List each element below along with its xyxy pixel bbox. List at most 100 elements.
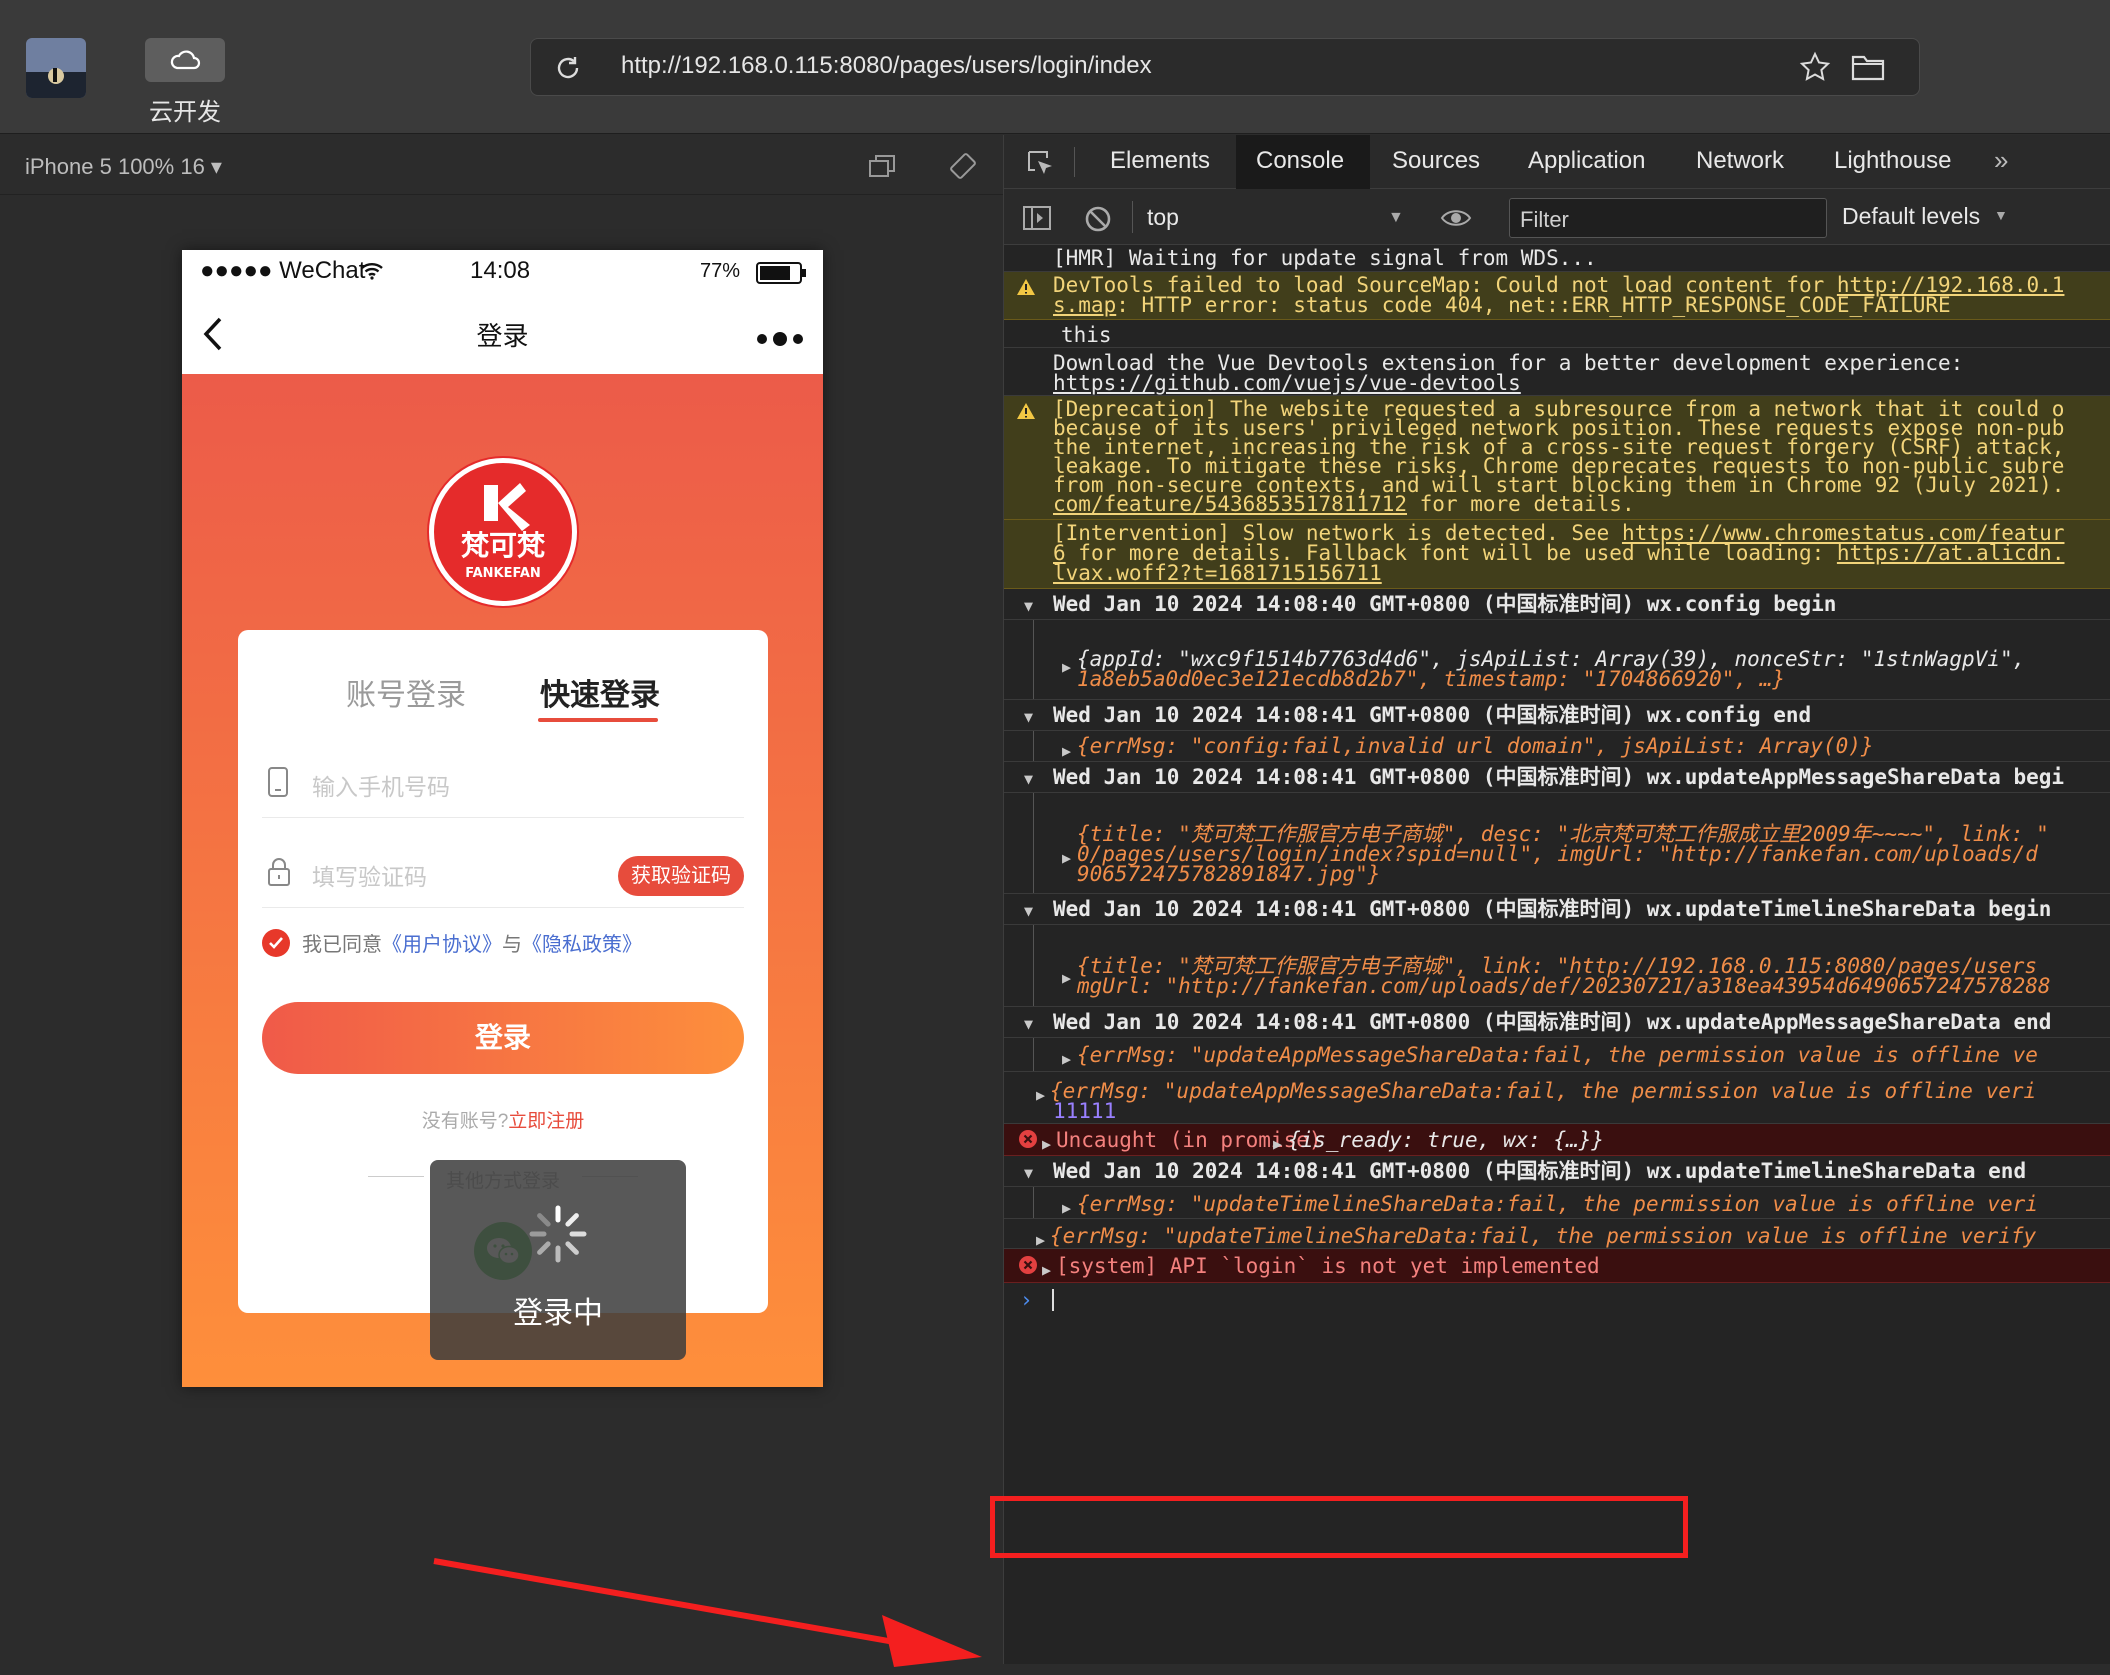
console-object-row[interactable]: ▶ {errMsg: "updateTimelineShareData:fail… [1004,1219,2110,1249]
tab-account-login[interactable]: 账号登录 [346,670,466,714]
group-title: Wed Jan 10 2024 14:08:41 GMT+0800 (中国标准时… [1053,765,2065,789]
user-agreement-link[interactable]: 《用户协议》 [382,928,502,957]
console-object-row[interactable]: ▶ {errMsg: "updateTimelineShareData:fail… [1004,1187,2110,1219]
console-warning-row: DevTools failed to load SourceMap: Could… [1004,272,2110,320]
console-object-row[interactable]: ▶ {appId: "wxc9f1514b7763d4d6", jsApiLis… [1004,620,2110,700]
expand-triangle-icon[interactable]: ▶ [1273,1131,1282,1155]
login-page: 梵可梵 FANKEFAN 账号登录 快速登录 输入手机号码 填写验证码 获取验证… [182,374,823,1387]
phone-input[interactable]: 输入手机号码 [262,748,744,818]
console-group-header[interactable]: ▼ Wed Jan 10 2024 14:08:41 GMT+0800 (中国标准… [1004,700,2110,731]
expanded-triangle-icon[interactable]: ▼ [1024,1011,1033,1037]
console-error-row[interactable]: ▶ [system] API `login` is not yet implem… [1004,1249,2110,1283]
device-selector[interactable]: iPhone 5 100% 16 ▾ [25,154,222,180]
console-object-row[interactable]: ▶ {title: "梵可梵工作服官方电子商城", link: "http://… [1004,925,2110,1007]
expanded-triangle-icon[interactable]: ▼ [1024,1160,1033,1186]
expand-triangle-icon[interactable]: ▶ [1042,1257,1051,1282]
object-preview: {errMsg: "updateAppMessageShareData:fail… [1050,1079,2037,1103]
toast-text: 登录中 [513,1297,603,1330]
font-link[interactable]: https://at.alicdn. [1837,541,2065,565]
logo-text: 梵可梵 [461,529,546,562]
console-group-header[interactable]: ▼ Wed Jan 10 2024 14:08:40 GMT+0800 (中国标准… [1004,589,2110,620]
object-preview: {errMsg: "config:fail,invalid url domain… [1077,734,1874,758]
agree-checkbox[interactable] [262,928,290,957]
expanded-triangle-icon[interactable]: ▼ [1024,898,1033,924]
cloud-dev-button[interactable] [145,38,225,82]
phone-screen: ●●●●● WeChat 14:08 77% 登录 梵可梵 FANKEFAN 账… [182,250,823,1387]
more-menu-icon[interactable] [757,332,803,346]
expanded-triangle-icon[interactable]: ▼ [1024,766,1033,792]
tab-console[interactable]: Console [1256,147,1344,175]
expand-triangle-icon[interactable]: ▶ [1062,1195,1071,1218]
context-selector[interactable]: top [1147,204,1179,231]
group-indent-line [1033,925,1034,1006]
warning-icon [1017,403,1035,419]
tab-sources[interactable]: Sources [1392,147,1480,175]
expand-triangle-icon[interactable]: ▶ [1062,1046,1071,1071]
popout-window-icon[interactable] [868,153,896,179]
register-link[interactable]: 立即注册 [508,1111,584,1132]
expand-triangle-icon[interactable]: ▶ [1036,1227,1045,1248]
red-annotation-arrow [433,1558,982,1667]
register-prefix: 没有账号? [421,1111,509,1132]
inspect-element-icon[interactable] [1026,149,1056,179]
object-preview: 906572475782891847.jpg"} [1077,862,1381,886]
console-group-header[interactable]: ▼ Wed Jan 10 2024 14:08:41 GMT+0800 (中国标准… [1004,762,2110,793]
log-text: for more details. [1407,492,1635,516]
console-group-header[interactable]: ▼ Wed Jan 10 2024 14:08:41 GMT+0800 (中国标准… [1004,1156,2110,1187]
tab-quick-login[interactable]: 快速登录 [540,670,660,714]
font-link-cont[interactable]: lvax.woff2?t=1681715156711 [1053,560,1382,586]
mobile-phone-icon [268,767,288,797]
filter-input[interactable]: Filter [1509,198,1827,238]
agree-and: 与 [502,934,522,956]
privacy-policy-link[interactable]: 《隐私政策》 [522,928,642,957]
chromestatus-link[interactable]: com/feature/5436853517811712 [1053,492,1407,516]
console-object-row[interactable]: ▶ {errMsg: "updateAppMessageShareData:fa… [1004,1038,2110,1072]
console-object-row[interactable]: ▶ {errMsg: "updateAppMessageShareData:fa… [1004,1072,2110,1124]
reload-icon[interactable] [553,53,583,83]
console-group-header[interactable]: ▼ Wed Jan 10 2024 14:08:41 GMT+0800 (中国标准… [1004,1007,2110,1038]
object-preview: {errMsg: "updateTimelineShareData:fail, … [1077,1192,2038,1216]
expand-triangle-icon[interactable]: ▶ [1042,1131,1051,1155]
context-dropdown-icon[interactable]: ▼ [1388,209,1404,227]
login-button[interactable]: 登录 [262,1002,744,1074]
console-object-row[interactable]: ▶ {title: "梵可梵工作服官方电子商城", desc: "北京梵可梵工作… [1004,793,2110,894]
object-preview: 1a8eb5a0d0ec3e121ecdb8d2b7", timestamp: … [1077,667,1786,691]
rotate-device-icon[interactable] [948,151,978,181]
expand-triangle-icon[interactable]: ▶ [1062,965,1071,991]
verification-code-input[interactable]: 填写验证码 获取验证码 [262,838,744,908]
log-levels-dropdown[interactable]: Default levels [1842,203,1980,230]
console-group-header[interactable]: ▼ Wed Jan 10 2024 14:08:41 GMT+0800 (中国标准… [1004,894,2110,925]
sidebar-toggle-icon[interactable] [1022,205,1052,231]
expand-triangle-icon[interactable]: ▶ [1036,1082,1045,1108]
folder-icon[interactable] [1851,53,1885,81]
battery-percent: 77% [700,260,741,282]
bookmark-star-icon[interactable] [1799,51,1831,83]
vue-devtools-link[interactable]: https://github.com/vuejs/vue-devtools [1053,370,1521,395]
status-time: 14:08 [470,257,531,284]
sourcemap-link-cont[interactable]: s.map [1053,293,1116,317]
levels-dropdown-icon: ▼ [1994,207,2008,223]
address-bar[interactable]: http://192.168.0.115:8080/pages/users/lo… [530,38,1920,96]
expanded-triangle-icon[interactable]: ▼ [1024,704,1033,730]
expand-triangle-icon[interactable]: ▶ [1062,738,1071,761]
console-object-row[interactable]: ▶ {errMsg: "config:fail,invalid url doma… [1004,731,2110,762]
expand-triangle-icon[interactable]: ▶ [1062,845,1071,871]
devtools-panel: Elements Console Sources Application Net… [1003,135,2110,1664]
live-expression-eye-icon[interactable] [1440,207,1472,229]
tab-application[interactable]: Application [1528,147,1645,175]
console-log-row: Download the Vue Devtools extension for … [1004,348,2110,396]
console-log-row: this [1004,320,2110,348]
user-avatar[interactable] [26,38,86,98]
get-code-button[interactable]: 获取验证码 [618,856,744,896]
clear-console-icon[interactable] [1084,205,1112,233]
console-error-row[interactable]: ▶ Uncaught (in promise) ▶ {is_ready: tru… [1004,1124,2110,1156]
tab-lighthouse[interactable]: Lighthouse [1834,147,1951,175]
url-text[interactable]: http://192.168.0.115:8080/pages/users/lo… [621,52,1152,80]
console-prompt[interactable]: › [1004,1283,2110,1317]
more-tabs-button[interactable]: » [1994,145,2008,176]
object-preview: {is_ready: true, wx: {…}} [1288,1128,1605,1152]
tab-elements[interactable]: Elements [1110,147,1210,175]
tab-network[interactable]: Network [1696,147,1784,175]
expand-triangle-icon[interactable]: ▶ [1062,654,1071,680]
expanded-triangle-icon[interactable]: ▼ [1024,593,1033,619]
